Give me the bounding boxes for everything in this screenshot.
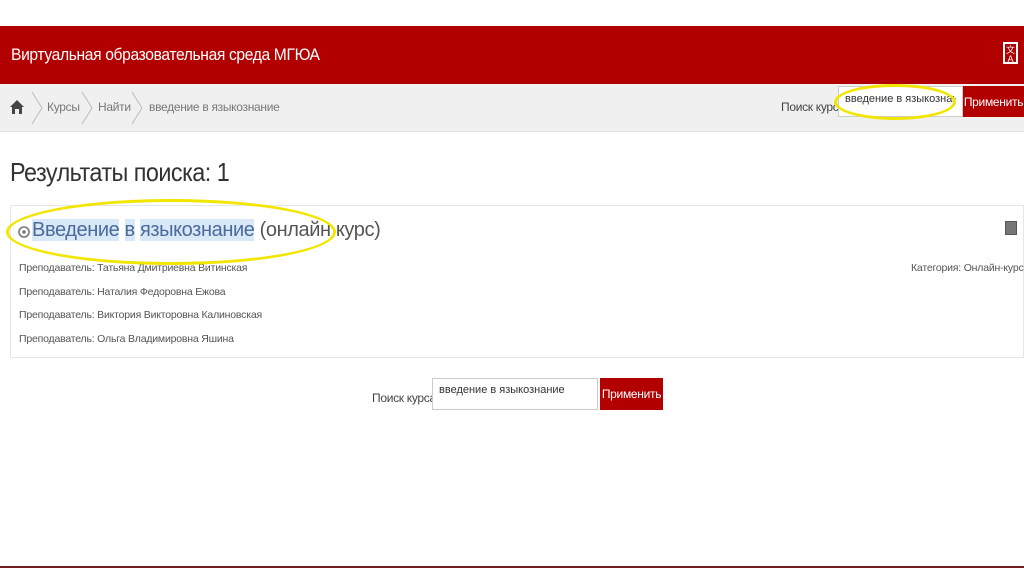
teacher-link[interactable]: Преподаватель: Ольга Владимировна Яшина (19, 333, 234, 345)
teacher-link[interactable]: Преподаватель: Татьяна Дмитриевна Витинс… (19, 262, 247, 274)
course-summary-icon[interactable] (1005, 221, 1017, 235)
nav-search-input[interactable] (838, 86, 963, 117)
breadcrumb-current: введение в языкознание (149, 100, 280, 114)
course-result-card: Введение в языкознание (онлайн курс) Пре… (10, 205, 1024, 358)
breadcrumb-courses-link[interactable]: Курсы (47, 100, 80, 114)
teacher-link[interactable]: Преподаватель: Наталия Федоровна Ежова (19, 286, 226, 298)
nav-apply-button[interactable]: Применить (963, 86, 1024, 117)
bottom-search-label: Поиск курса: (372, 391, 439, 405)
bottom-apply-button[interactable]: Применить (600, 378, 663, 410)
breadcrumb-separator (81, 91, 93, 125)
course-title-suffix: (онлайн курс) (259, 219, 381, 241)
course-title-word: в (124, 219, 135, 241)
footer-divider (0, 566, 1024, 568)
course-title-link[interactable]: Введение в языкознание (онлайн курс) (32, 219, 381, 242)
breadcrumb-separator (131, 91, 143, 125)
home-icon[interactable] (9, 99, 25, 115)
language-icon[interactable]: 文A (1003, 42, 1018, 64)
bottom-search-input[interactable] (432, 378, 598, 410)
breadcrumb-find-link[interactable]: Найти (98, 100, 131, 114)
course-title-word: Введение (32, 219, 120, 241)
breadcrumb-separator (31, 91, 43, 125)
page-title: Результаты поиска: 1 (10, 157, 230, 187)
top-header: Виртуальная образовательная среда МГЮА 文… (0, 26, 1024, 84)
course-category-link[interactable]: Категория: Онлайн-курсы (911, 262, 1024, 274)
site-title[interactable]: Виртуальная образовательная среда МГЮА (11, 45, 320, 65)
teacher-link[interactable]: Преподаватель: Виктория Викторовна Калин… (19, 309, 262, 321)
course-icon (18, 226, 30, 238)
course-title-word: языкознание (139, 219, 255, 241)
